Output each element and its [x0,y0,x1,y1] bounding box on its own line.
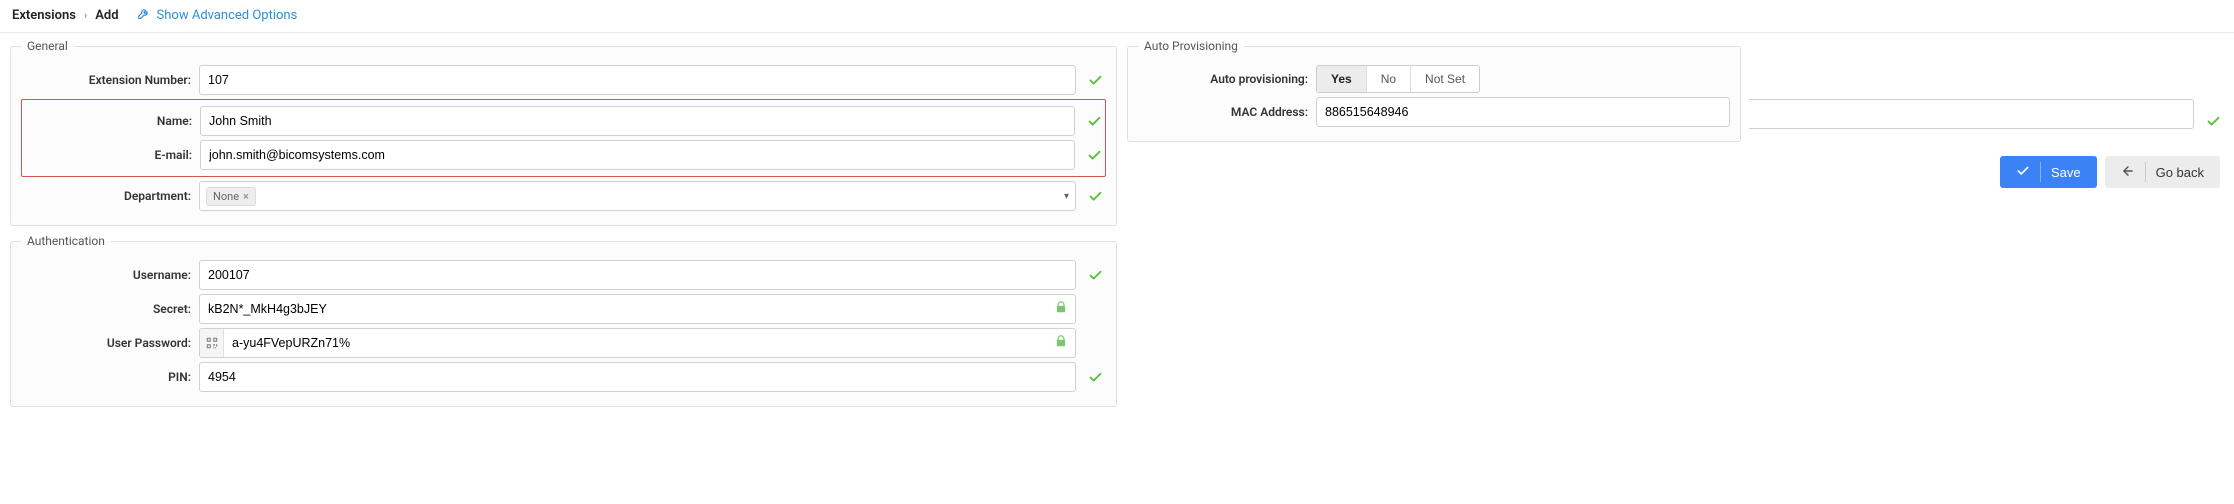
secret-row: Secret: [21,294,1106,324]
mac-address-row: MAC Address: [1138,97,1730,127]
auto-provisioning-mode-label: Auto provisioning: [1138,72,1308,86]
check-icon [1084,268,1106,283]
extension-number-input[interactable] [199,65,1076,95]
check-icon [2202,114,2224,129]
name-label: Name: [22,114,192,128]
mac-address-input-ext[interactable] [1749,99,2194,129]
mac-address-label: MAC Address: [1138,105,1308,119]
breadcrumb-root[interactable]: Extensions [12,8,76,23]
button-divider [2040,162,2041,182]
pin-label: PIN: [21,370,191,384]
email-input[interactable] [200,140,1075,170]
breadcrumb-current: Add [95,8,118,23]
auto-provisioning-segmented[interactable]: Yes No Not Set [1316,65,1480,93]
auto-provisioning-panel: Auto Provisioning Auto provisioning: Yes… [1127,39,1741,142]
email-label: E-mail: [22,148,192,162]
pin-row: PIN: [21,362,1106,392]
pin-input[interactable] [199,362,1076,392]
lock-icon [1054,334,1068,352]
check-icon [1084,189,1106,204]
name-input[interactable] [200,106,1075,136]
user-password-input[interactable] [199,328,1076,358]
username-label: Username: [21,268,191,282]
form-actions: Save Go back [1127,156,2224,188]
auto-provisioning-option-notset[interactable]: Not Set [1410,66,1479,92]
department-chip-label: None [213,190,239,203]
auto-provisioning-option-yes[interactable]: Yes [1317,66,1366,92]
button-divider [2145,162,2146,182]
username-row: Username: [21,260,1106,290]
department-row: Department: None × ▾ [21,181,1106,211]
auto-provisioning-option-no[interactable]: No [1366,66,1410,92]
auto-provisioning-mode-row: Auto provisioning: Yes No Not Set [1138,65,1730,93]
user-password-label: User Password: [21,336,191,350]
save-button[interactable]: Save [2000,156,2097,188]
advanced-options-label: Show Advanced Options [157,8,298,23]
qr-icon[interactable] [200,329,224,357]
extension-number-row: Extension Number: [21,65,1106,95]
authentication-panel: Authentication Username: Secret: [10,234,1117,407]
general-panel: General Extension Number: Name: [10,39,1117,226]
lock-icon [1054,300,1068,318]
breadcrumb: Extensions › Add Show Advanced Options [0,0,2234,33]
show-advanced-options-link[interactable]: Show Advanced Options [137,6,298,24]
username-input[interactable] [199,260,1076,290]
wrench-icon [137,6,151,24]
check-icon [1083,114,1105,129]
arrow-left-icon [2121,164,2135,181]
check-icon [1083,148,1105,163]
check-icon [1084,73,1106,88]
check-icon [2016,164,2030,181]
go-back-button[interactable]: Go back [2105,156,2220,188]
general-legend: General [21,39,74,53]
check-icon [1084,370,1106,385]
email-row: E-mail: [22,140,1105,170]
user-password-row: User Password: [21,328,1106,358]
remove-chip-icon[interactable]: × [243,190,249,203]
name-row: Name: [22,106,1105,136]
department-chip[interactable]: None × [206,187,256,206]
chevron-down-icon: ▾ [1064,191,1069,202]
authentication-legend: Authentication [21,234,111,248]
go-back-button-label: Go back [2156,165,2204,180]
highlighted-name-email: Name: E-mail: [21,99,1106,177]
chevron-right-icon: › [84,9,87,22]
department-select[interactable]: None × ▾ [199,181,1076,211]
department-label: Department: [21,189,191,203]
auto-provisioning-legend: Auto Provisioning [1138,39,1244,53]
save-button-label: Save [2051,165,2081,180]
extension-number-label: Extension Number: [21,73,191,87]
mac-address-input[interactable] [1316,97,1730,127]
secret-input[interactable] [199,294,1076,324]
secret-label: Secret: [21,302,191,316]
